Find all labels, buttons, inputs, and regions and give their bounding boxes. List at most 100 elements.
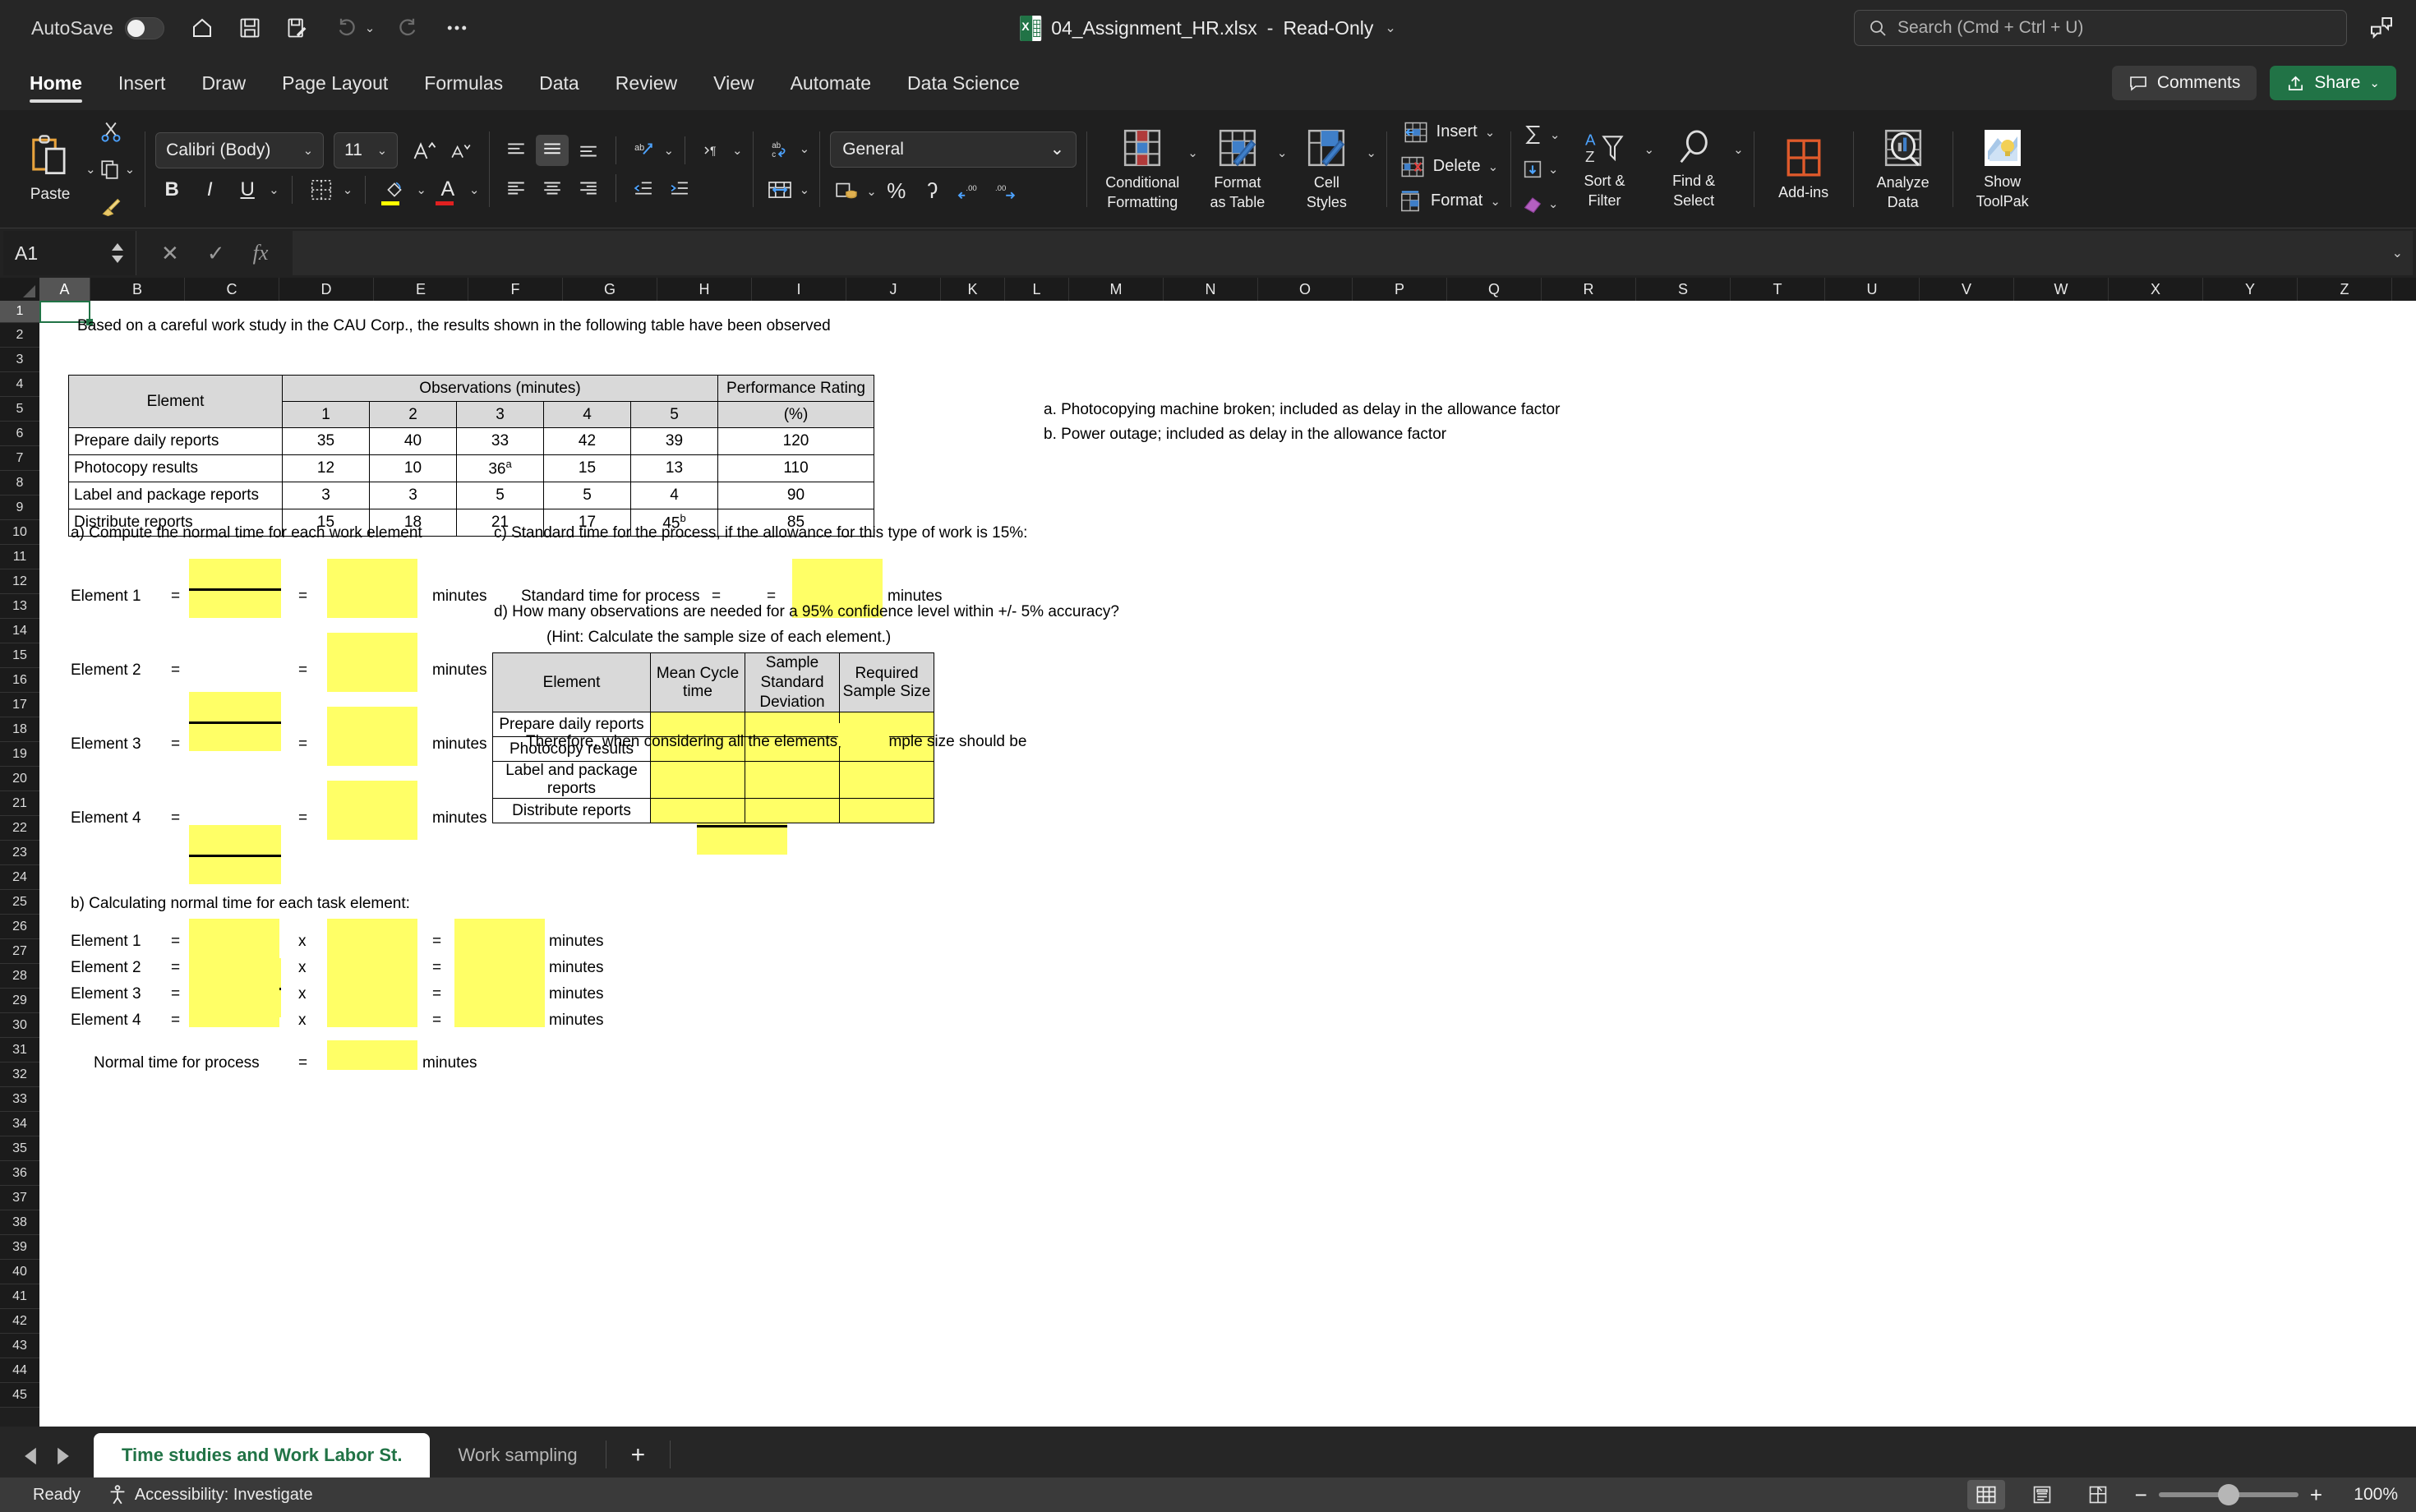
- section-a-row-0-result-cell[interactable]: [327, 559, 417, 618]
- copy-dropdown-chevron-icon[interactable]: ⌄: [125, 162, 136, 177]
- accessibility-status[interactable]: Accessibility: Investigate: [108, 1485, 313, 1505]
- merge-center-button[interactable]: [763, 174, 796, 205]
- tab-page-layout[interactable]: Page Layout: [264, 56, 406, 110]
- row-header-6[interactable]: 6: [0, 422, 39, 446]
- column-header-g[interactable]: G: [563, 278, 657, 301]
- row-header-5[interactable]: 5: [0, 397, 39, 422]
- orientation-button[interactable]: ab: [627, 135, 660, 166]
- column-header-d[interactable]: D: [279, 278, 374, 301]
- row-header-20[interactable]: 20: [0, 767, 39, 791]
- conditional-formatting-chevron-icon[interactable]: ⌄: [1187, 145, 1198, 160]
- increase-font-size-button[interactable]: [413, 138, 437, 163]
- paste-dropdown-chevron-icon[interactable]: ⌄: [85, 162, 96, 177]
- select-all-corner[interactable]: [0, 278, 39, 301]
- section-a-row-1-result-cell[interactable]: [327, 633, 417, 692]
- row-header-34[interactable]: 34: [0, 1112, 39, 1136]
- tab-automate[interactable]: Automate: [772, 56, 889, 110]
- name-box-spinner[interactable]: [111, 242, 124, 264]
- autosave-control[interactable]: AutoSave: [31, 16, 164, 39]
- fill-chevron-icon[interactable]: ⌄: [1548, 162, 1559, 177]
- section-a-row-1-fraction-cell[interactable]: [189, 692, 281, 751]
- decrease-decimal-button[interactable]: .00: [989, 176, 1021, 207]
- borders-button[interactable]: [305, 173, 338, 206]
- decrease-font-size-button[interactable]: [450, 140, 472, 161]
- autosave-toggle[interactable]: [124, 16, 164, 39]
- fill-color-chevron-icon[interactable]: ⌄: [416, 182, 426, 197]
- section-b-row-1-input-1[interactable]: [189, 945, 279, 975]
- delete-cells-button[interactable]: Delete ⌄: [1399, 150, 1498, 183]
- confirm-formula-icon[interactable]: ✓: [207, 241, 225, 266]
- column-header-z[interactable]: Z: [2298, 278, 2392, 301]
- zoom-in-button[interactable]: +: [2310, 1482, 2322, 1508]
- clear-chevron-icon[interactable]: ⌄: [1548, 196, 1559, 211]
- tab-review[interactable]: Review: [597, 56, 695, 110]
- column-header-aa[interactable]: AA: [2392, 278, 2416, 301]
- section-b-total-result[interactable]: [327, 1040, 417, 1070]
- share-button[interactable]: Share ⌄: [2270, 66, 2396, 100]
- increase-decimal-button[interactable]: .00: [952, 176, 985, 207]
- undo-icon[interactable]: [332, 15, 358, 41]
- section-a-row-0-fraction-cell[interactable]: [189, 559, 281, 618]
- format-painter-button[interactable]: [99, 191, 136, 224]
- row-header-32[interactable]: 32: [0, 1063, 39, 1087]
- column-header-w[interactable]: W: [2014, 278, 2109, 301]
- text-direction-button[interactable]: ¶: [696, 135, 729, 166]
- save-icon[interactable]: [237, 15, 263, 41]
- column-header-a[interactable]: A: [39, 278, 90, 301]
- copy-button[interactable]: ⌄: [99, 153, 136, 186]
- formula-bar-expand-chevron-icon[interactable]: ⌄: [2392, 245, 2403, 261]
- row-header-37[interactable]: 37: [0, 1186, 39, 1210]
- share-chevron-icon[interactable]: ⌄: [2369, 76, 2380, 90]
- sort-filter-chevron-icon[interactable]: ⌄: [1644, 142, 1655, 157]
- section-b-row-0-result[interactable]: [454, 919, 545, 948]
- row-header-31[interactable]: 31: [0, 1038, 39, 1063]
- row-header-2[interactable]: 2: [0, 323, 39, 348]
- ss-row-2-size[interactable]: [839, 761, 934, 800]
- tab-formulas[interactable]: Formulas: [406, 56, 521, 110]
- row-header-10[interactable]: 10: [0, 520, 39, 545]
- fill-button[interactable]: ⌄: [1521, 153, 1561, 186]
- page-break-view-button[interactable]: [2079, 1480, 2117, 1510]
- section-a-row-2-result-cell[interactable]: [327, 707, 417, 766]
- row-header-25[interactable]: 25: [0, 890, 39, 915]
- title-dropdown-chevron-icon[interactable]: ⌄: [1385, 20, 1395, 36]
- tab-home[interactable]: Home: [12, 56, 100, 110]
- font-name-combo[interactable]: Calibri (Body) ⌄: [155, 131, 325, 168]
- format-as-table-chevron-icon[interactable]: ⌄: [1277, 145, 1288, 160]
- sheet-nav-prev-icon[interactable]: [21, 1446, 39, 1466]
- column-header-m[interactable]: M: [1069, 278, 1164, 301]
- comma-format-button[interactable]: ʔ: [916, 176, 949, 207]
- insert-cells-button[interactable]: Insert ⌄: [1403, 116, 1495, 149]
- column-header-q[interactable]: Q: [1447, 278, 1542, 301]
- zoom-out-button[interactable]: −: [2135, 1482, 2147, 1508]
- cancel-formula-icon[interactable]: ✕: [161, 241, 179, 266]
- column-header-c[interactable]: C: [185, 278, 279, 301]
- align-center-button[interactable]: [536, 173, 569, 204]
- cell-styles-chevron-icon[interactable]: ⌄: [1366, 145, 1376, 160]
- formula-input[interactable]: [293, 231, 2413, 275]
- conditional-formatting-button[interactable]: Conditional Formatting: [1097, 127, 1187, 210]
- column-header-b[interactable]: B: [90, 278, 185, 301]
- ss-row-3-mean[interactable]: [650, 798, 745, 824]
- add-sheet-button[interactable]: +: [606, 1441, 671, 1477]
- accounting-format-button[interactable]: [830, 176, 863, 207]
- autosum-button[interactable]: ⌄: [1521, 118, 1561, 151]
- format-as-table-button[interactable]: Format as Table: [1198, 127, 1277, 210]
- comments-button[interactable]: Comments: [2111, 66, 2257, 100]
- align-top-button[interactable]: [500, 135, 533, 166]
- row-header-17[interactable]: 17: [0, 693, 39, 717]
- merge-chevron-icon[interactable]: ⌄: [800, 182, 810, 197]
- fill-color-button[interactable]: [378, 173, 411, 206]
- row-header-13[interactable]: 13: [0, 594, 39, 619]
- row-header-22[interactable]: 22: [0, 816, 39, 841]
- row-header-33[interactable]: 33: [0, 1087, 39, 1112]
- section-b-row-2-result[interactable]: [454, 971, 545, 1001]
- paste-button[interactable]: Paste: [15, 134, 85, 204]
- column-header-j[interactable]: J: [846, 278, 941, 301]
- section-b-row-0-input-1[interactable]: [189, 919, 279, 948]
- column-header-f[interactable]: F: [468, 278, 563, 301]
- redo-icon[interactable]: [396, 15, 422, 41]
- tab-draw[interactable]: Draw: [183, 56, 264, 110]
- column-header-k[interactable]: K: [941, 278, 1005, 301]
- row-header-24[interactable]: 24: [0, 865, 39, 890]
